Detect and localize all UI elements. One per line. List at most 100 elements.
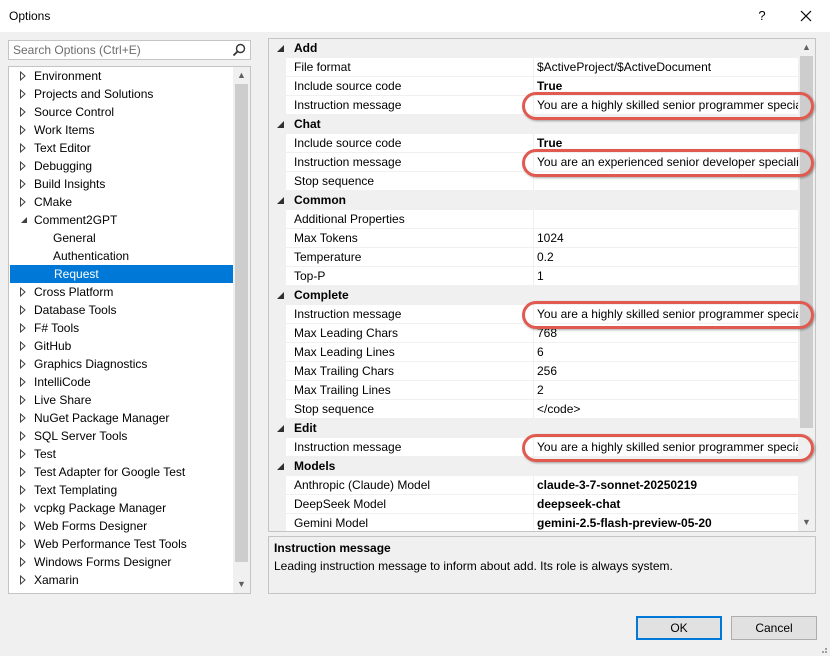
property-value[interactable]: 6: [537, 343, 798, 362]
property-value[interactable]: $ActiveProject/$ActiveDocument: [537, 58, 798, 77]
tree-item[interactable]: F# Tools: [9, 319, 233, 337]
property-row[interactable]: Stop sequence: [269, 172, 798, 191]
options-tree[interactable]: Environment Projects and Solutions Source …: [8, 66, 251, 594]
tree-item[interactable]: Test: [9, 445, 233, 463]
collapsed-arrow-icon[interactable]: [19, 175, 29, 193]
collapsed-arrow-icon[interactable]: [19, 157, 29, 175]
tree-item[interactable]: Debugging: [9, 157, 233, 175]
property-grid[interactable]: Add File format $ActiveProject/$ActiveDocu…: [268, 38, 816, 532]
tree-item[interactable]: IntelliCode: [9, 373, 233, 391]
tree-item[interactable]: Text Templating: [9, 481, 233, 499]
property-value[interactable]: You are a highly skilled senior programm…: [537, 96, 798, 115]
scroll-thumb[interactable]: [235, 84, 248, 562]
search-box[interactable]: [8, 40, 251, 60]
property-category[interactable]: Models: [269, 457, 798, 476]
tree-item[interactable]: Comment2GPT: [9, 211, 233, 229]
collapsed-arrow-icon[interactable]: [19, 391, 29, 409]
property-value[interactable]: claude-3-7-sonnet-20250219: [537, 476, 798, 495]
tree-item[interactable]: Web Performance Test Tools: [9, 535, 233, 553]
collapsed-arrow-icon[interactable]: [19, 553, 29, 571]
property-value[interactable]: You are a highly skilled senior programm…: [537, 305, 798, 324]
tree-item[interactable]: Work Items: [9, 121, 233, 139]
tree-item[interactable]: CMake: [9, 193, 233, 211]
close-button[interactable]: [793, 4, 819, 28]
property-row[interactable]: Instruction message You are a highly skil…: [269, 305, 798, 324]
property-value[interactable]: 1024: [537, 229, 798, 248]
property-row[interactable]: Gemini Model gemini-2.5-flash-preview-05-…: [269, 514, 798, 531]
collapsed-arrow-icon[interactable]: [19, 427, 29, 445]
property-row[interactable]: Max Tokens 1024: [269, 229, 798, 248]
property-category[interactable]: Complete: [269, 286, 798, 305]
tree-item[interactable]: Cross Platform: [9, 283, 233, 301]
tree-item[interactable]: Xamarin: [9, 571, 233, 589]
tree-item[interactable]: Build Insights: [9, 175, 233, 193]
collapsed-arrow-icon[interactable]: [19, 409, 29, 427]
collapsed-arrow-icon[interactable]: [19, 481, 29, 499]
property-row[interactable]: Stop sequence </code>: [269, 400, 798, 419]
scroll-down-icon[interactable]: ▼: [798, 514, 815, 531]
property-row[interactable]: Max Trailing Chars 256: [269, 362, 798, 381]
collapsed-arrow-icon[interactable]: [19, 193, 29, 211]
scroll-down-icon[interactable]: ▼: [233, 576, 250, 593]
ok-button[interactable]: OK: [636, 616, 722, 640]
tree-item[interactable]: GitHub: [9, 337, 233, 355]
property-row[interactable]: Include source code True: [269, 77, 798, 96]
tree-item[interactable]: Graphics Diagnostics: [9, 355, 233, 373]
property-value[interactable]: deepseek-chat: [537, 495, 798, 514]
property-row[interactable]: Instruction message You are an experience…: [269, 153, 798, 172]
tree-item[interactable]: Windows Forms Designer: [9, 553, 233, 571]
collapsed-arrow-icon[interactable]: [19, 319, 29, 337]
property-row[interactable]: Instruction message You are a highly skil…: [269, 96, 798, 115]
tree-item[interactable]: General: [9, 229, 233, 247]
collapsed-arrow-icon[interactable]: [19, 85, 29, 103]
collapsed-arrow-icon[interactable]: [19, 517, 29, 535]
property-row[interactable]: File format $ActiveProject/$ActiveDocumen…: [269, 58, 798, 77]
tree-item[interactable]: SQL Server Tools: [9, 427, 233, 445]
collapsed-arrow-icon[interactable]: [19, 283, 29, 301]
category-collapse-icon[interactable]: [275, 457, 287, 476]
property-category[interactable]: Chat: [269, 115, 798, 134]
collapsed-arrow-icon[interactable]: [19, 337, 29, 355]
collapsed-arrow-icon[interactable]: [19, 301, 29, 319]
property-value[interactable]: </code>: [537, 400, 798, 419]
property-category[interactable]: Common: [269, 191, 798, 210]
resize-grip-icon[interactable]: [818, 644, 828, 654]
property-value[interactable]: You are a highly skilled senior programm…: [537, 438, 798, 457]
collapsed-arrow-icon[interactable]: [19, 445, 29, 463]
property-value[interactable]: 256: [537, 362, 798, 381]
tree-item[interactable]: Source Control: [9, 103, 233, 121]
property-row[interactable]: Instruction message You are a highly skil…: [269, 438, 798, 457]
grid-scrollbar[interactable]: ▲ ▼: [798, 39, 815, 531]
tree-scrollbar[interactable]: ▲ ▼: [233, 67, 250, 593]
tree-item[interactable]: Test Adapter for Google Test: [9, 463, 233, 481]
tree-item[interactable]: vcpkg Package Manager: [9, 499, 233, 517]
property-value[interactable]: You are an experienced senior developer …: [537, 153, 798, 172]
collapsed-arrow-icon[interactable]: [19, 463, 29, 481]
property-row[interactable]: Anthropic (Claude) Model claude-3-7-sonne…: [269, 476, 798, 495]
cancel-button[interactable]: Cancel: [731, 616, 817, 640]
property-value[interactable]: 1: [537, 267, 798, 286]
expanded-arrow-icon[interactable]: [19, 211, 29, 229]
collapsed-arrow-icon[interactable]: [19, 67, 29, 85]
tree-item[interactable]: Live Share: [9, 391, 233, 409]
property-value[interactable]: True: [537, 134, 798, 153]
tree-item[interactable]: Web Forms Designer: [9, 517, 233, 535]
property-row[interactable]: Max Trailing Lines 2: [269, 381, 798, 400]
collapsed-arrow-icon[interactable]: [19, 355, 29, 373]
property-value[interactable]: 0.2: [537, 248, 798, 267]
property-row[interactable]: DeepSeek Model deepseek-chat: [269, 495, 798, 514]
scroll-thumb[interactable]: [800, 56, 813, 428]
tree-item[interactable]: Text Editor: [9, 139, 233, 157]
category-collapse-icon[interactable]: [275, 191, 287, 210]
category-collapse-icon[interactable]: [275, 115, 287, 134]
search-input[interactable]: [9, 41, 231, 59]
tree-item[interactable]: Authentication: [9, 247, 233, 265]
search-icon[interactable]: [231, 42, 247, 58]
property-value[interactable]: True: [537, 77, 798, 96]
category-collapse-icon[interactable]: [275, 286, 287, 305]
property-row[interactable]: Max Leading Chars 768: [269, 324, 798, 343]
property-category[interactable]: Edit: [269, 419, 798, 438]
property-row[interactable]: Top-P 1: [269, 267, 798, 286]
collapsed-arrow-icon[interactable]: [19, 121, 29, 139]
collapsed-arrow-icon[interactable]: [19, 499, 29, 517]
